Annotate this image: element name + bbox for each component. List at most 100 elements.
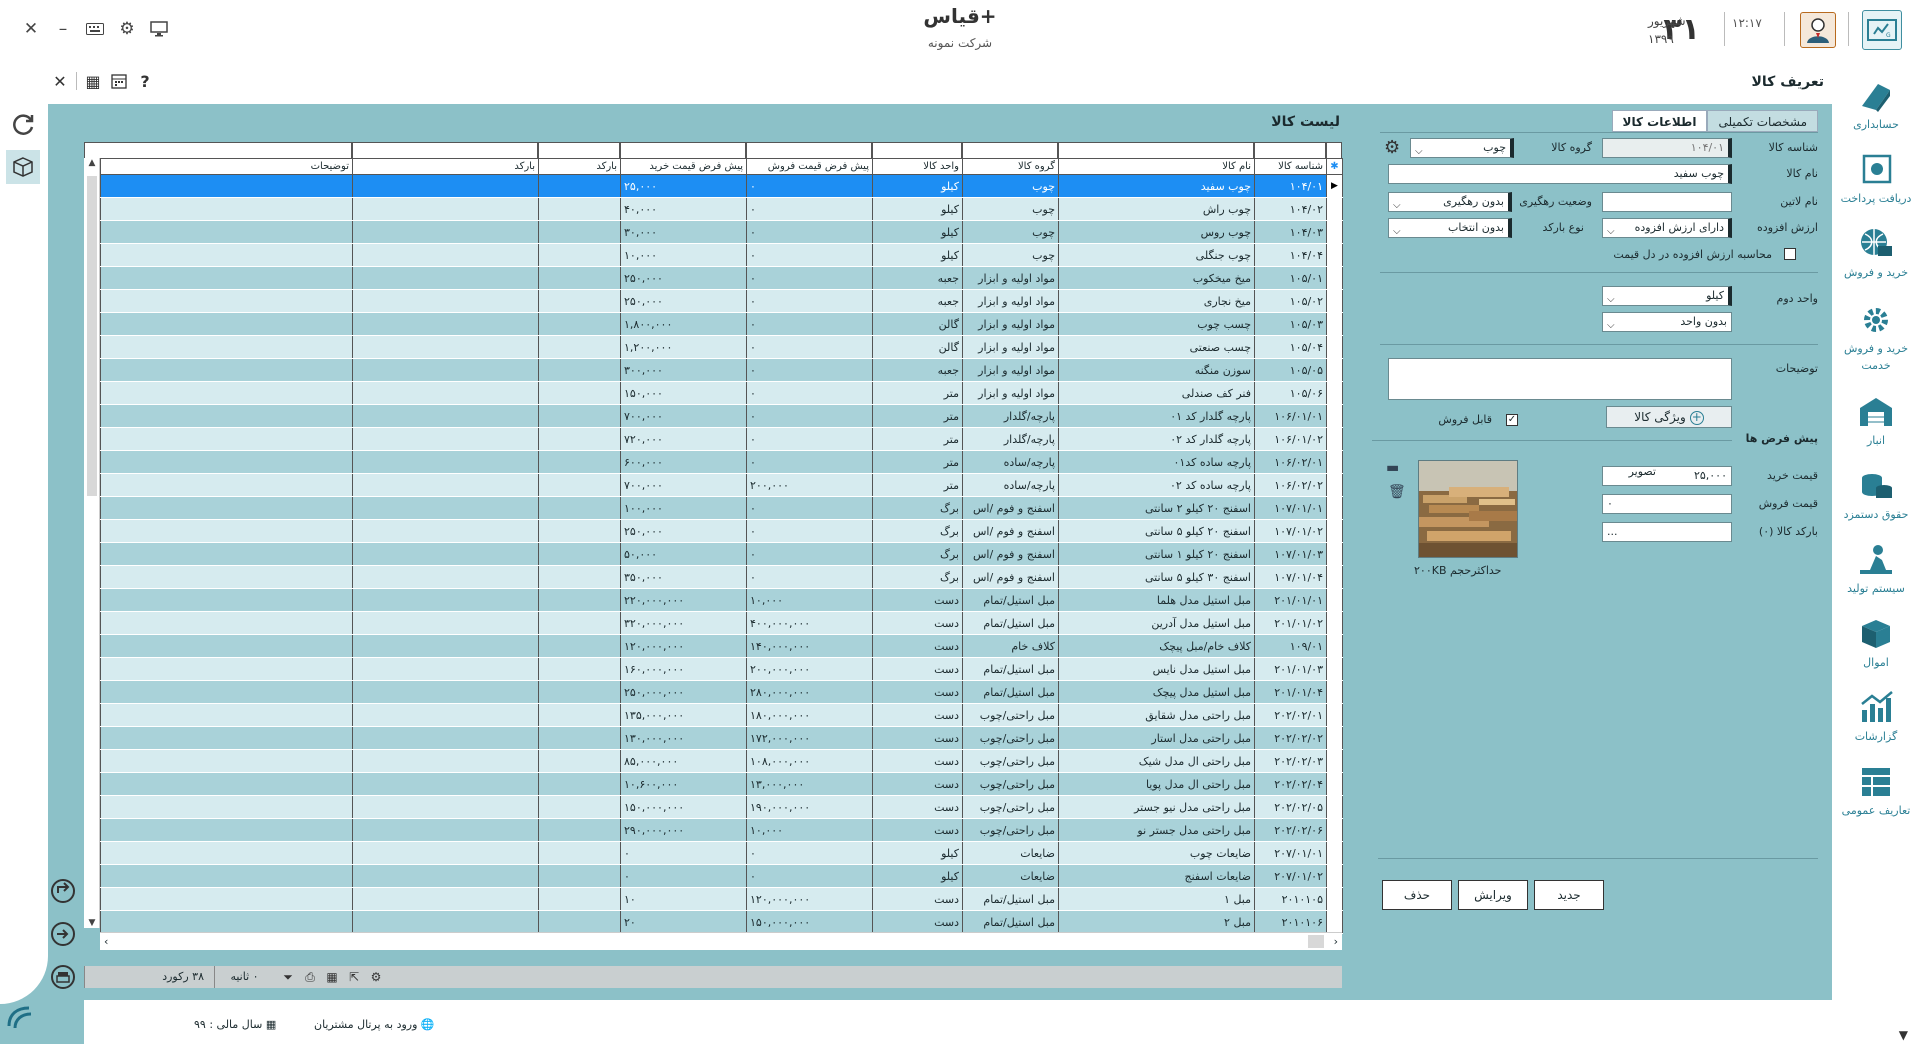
cell-barcode[interactable] (352, 703, 539, 727)
cell-barcode[interactable] (352, 174, 539, 198)
cell-unit[interactable]: متر (872, 473, 963, 497)
filter-cell[interactable] (746, 142, 872, 158)
cell-description[interactable] (100, 634, 353, 658)
cell-unit[interactable]: جعبه (872, 289, 963, 313)
cell-sell-price[interactable]: ۱۷۲,۰۰۰,۰۰۰ (746, 726, 873, 750)
cell-code[interactable]: ۱۰۵/۰۲ (1254, 289, 1327, 313)
cell-sell-price[interactable]: ۰ (746, 243, 873, 267)
table-row[interactable]: ۱۰۵/۰۴ چسب صنعتی مواد اولیه و ابزار گالن ۰ ۱,… (100, 335, 1343, 359)
filter-cell[interactable] (872, 142, 962, 158)
cell-code[interactable]: ۱۰۷/۰۱/۰۱ (1254, 496, 1327, 520)
table-row[interactable]: ۲۰۱/۰۱/۰۲ مبل استیل مدل آدرین مبل استیل/تم… (100, 611, 1343, 635)
cell-unit[interactable]: دست (872, 611, 963, 635)
cell-sell-price[interactable]: ۰ (746, 496, 873, 520)
nav-item-buy-sell[interactable]: خرید و فروش (1832, 224, 1920, 300)
cell-name[interactable]: مبل استیل مدل نایس (1058, 657, 1255, 681)
cell-barcode[interactable] (538, 611, 621, 635)
cell-sell-price[interactable]: ۰ (746, 864, 873, 888)
table-row[interactable]: ۲۰۱/۰۱/۰۱ مبل استیل مدل هلما مبل استیل/تما… (100, 588, 1343, 612)
cell-barcode[interactable] (352, 818, 539, 842)
cell-description[interactable] (100, 427, 353, 451)
cell-buy-price[interactable]: ۱۵۰,۰۰۰ (620, 381, 747, 405)
cell-group[interactable]: مواد اولیه و ابزار (962, 266, 1059, 290)
cell-sell-price[interactable]: ۰ (746, 841, 873, 865)
col-header-barcode[interactable]: بارکد (538, 158, 621, 175)
cell-unit[interactable]: دست (872, 588, 963, 612)
cell-name[interactable]: مبل استیل مدل پیچک (1058, 680, 1255, 704)
fiscal-year[interactable]: ▦ سال مالی : ۹۹ (194, 1018, 276, 1031)
cell-barcode[interactable] (538, 220, 621, 244)
gear-icon[interactable]: ⚙ (1384, 137, 1406, 159)
cell-sell-price[interactable]: ۰ (746, 427, 873, 451)
table-row[interactable]: ۲۰۷/۰۱/۰۲ ضایعات اسفنج ضایعات کیلو ۰ ۰ (100, 864, 1343, 888)
cell-barcode[interactable] (352, 657, 539, 681)
cell-barcode[interactable] (538, 680, 621, 704)
col-header-barcode-2[interactable]: بارکد (352, 158, 539, 175)
filter-cell[interactable] (962, 142, 1058, 158)
cell-name[interactable]: اسفنج ۲۰ کیلو ۲ سانتی (1058, 496, 1255, 520)
tab-extra-details[interactable]: مشخصات تکمیلی (1707, 110, 1818, 132)
cell-buy-price[interactable]: ۲۵۰,۰۰۰ (620, 289, 747, 313)
cell-group[interactable]: مبل راحتی/چوب (962, 749, 1059, 773)
table-row[interactable]: ۱۰۴/۰۲ چوب راش چوب کیلو ۰ ۴۰,۰۰۰ (100, 197, 1343, 221)
cell-barcode[interactable] (538, 726, 621, 750)
cell-sell-price[interactable]: ۱۵۰,۰۰۰,۰۰۰ (746, 910, 873, 934)
cell-description[interactable] (100, 450, 353, 474)
cell-unit[interactable]: دست (872, 818, 963, 842)
cell-name[interactable]: مبل استیل مدل هلما (1058, 588, 1255, 612)
table-row[interactable]: ۱۰۷/۰۱/۰۴ اسفنج ۳۰ کیلو ۵ سانتی اسفنج و فو… (100, 565, 1343, 589)
cell-barcode[interactable] (538, 887, 621, 911)
cell-group[interactable]: اسفنج و فوم /اس (962, 519, 1059, 543)
cell-description[interactable] (100, 243, 353, 267)
refresh-icon[interactable] (6, 108, 40, 142)
avatar[interactable] (1800, 12, 1836, 48)
cell-sell-price[interactable]: ۰ (746, 381, 873, 405)
cell-barcode[interactable] (538, 910, 621, 934)
table-row[interactable]: ۱۰۹/۰۱ کلاف خام/مبل پیچک کلاف خام دست ۱۴۰,۰۰… (100, 634, 1343, 658)
product-image[interactable] (1418, 460, 1518, 558)
cell-unit[interactable]: دست (872, 680, 963, 704)
nav-item-payroll[interactable]: حقوق دستمزد (1832, 466, 1920, 542)
product-box-icon[interactable] (6, 150, 40, 184)
cell-sell-price[interactable]: ۱۰,۰۰۰ (746, 588, 873, 612)
cell-buy-price[interactable]: ۸۵,۰۰۰,۰۰۰ (620, 749, 747, 773)
edit-button[interactable]: ویرایش (1458, 880, 1528, 910)
tracking-select[interactable]: بدون رهگیری ⌵ (1388, 192, 1512, 212)
nav-item-payment[interactable]: دریافت پرداخت (1832, 150, 1920, 226)
table-row[interactable]: ۲۰۲/۰۲/۰۴ مبل راحتی ال مدل پویا مبل راحتی/… (100, 772, 1343, 796)
cell-buy-price[interactable]: ۱۶۰,۰۰۰,۰۰۰ (620, 657, 747, 681)
cell-buy-price[interactable]: ۰ (620, 864, 747, 888)
cell-buy-price[interactable]: ۱۳۰,۰۰۰,۰۰۰ (620, 726, 747, 750)
table-row[interactable]: ۲۰۱/۰۱/۰۴ مبل استیل مدل پیچک مبل استیل/تما… (100, 680, 1343, 704)
table-row[interactable]: ۱۰۵/۰۳ چسب چوب مواد اولیه و ابزار گالن ۰ ۱,۸۰… (100, 312, 1343, 336)
cell-unit[interactable]: جعبه (872, 358, 963, 382)
cell-code[interactable]: ۱۰۵/۰۴ (1254, 335, 1327, 359)
cell-barcode[interactable] (538, 703, 621, 727)
cell-barcode[interactable] (538, 312, 621, 336)
cell-code[interactable]: ۱۰۴/۰۳ (1254, 220, 1327, 244)
cell-buy-price[interactable]: ۲۵۰,۰۰۰ (620, 519, 747, 543)
cell-sell-price[interactable]: ۱۹۰,۰۰۰,۰۰۰ (746, 795, 873, 819)
cell-barcode[interactable] (352, 565, 539, 589)
cell-name[interactable]: پارچه ساده کد ۰۲ (1058, 473, 1255, 497)
cell-description[interactable] (100, 519, 353, 543)
cell-unit[interactable]: کیلو (872, 864, 963, 888)
cell-code[interactable]: ۲۰۱/۰۱/۰۱ (1254, 588, 1327, 612)
cell-unit[interactable]: دست (872, 887, 963, 911)
cell-code[interactable]: ۲۰۷/۰۱/۰۱ (1254, 841, 1327, 865)
cell-code[interactable]: ۱۰۵/۰۳ (1254, 312, 1327, 336)
cell-buy-price[interactable]: ۱۰۰,۰۰۰ (620, 496, 747, 520)
cell-buy-price[interactable]: ۳۰,۰۰۰ (620, 220, 747, 244)
cell-barcode[interactable] (538, 289, 621, 313)
print-icon[interactable]: ⎙ (302, 970, 318, 985)
help-icon[interactable]: ? (135, 70, 155, 92)
filter-cell[interactable] (620, 142, 746, 158)
cell-code[interactable]: ۱۰۶/۰۲/۰۲ (1254, 473, 1327, 497)
cell-description[interactable] (100, 197, 353, 221)
table-view-icon[interactable]: ▦ (83, 70, 103, 92)
table-row[interactable]: ۱۰۵/۰۱ میخ میخکوب مواد اولیه و ابزار جعبه ۰ ۲… (100, 266, 1343, 290)
cell-description[interactable] (100, 680, 353, 704)
cell-barcode[interactable] (352, 864, 539, 888)
cell-barcode[interactable] (538, 450, 621, 474)
close-form-icon[interactable]: ✕ (50, 70, 70, 92)
